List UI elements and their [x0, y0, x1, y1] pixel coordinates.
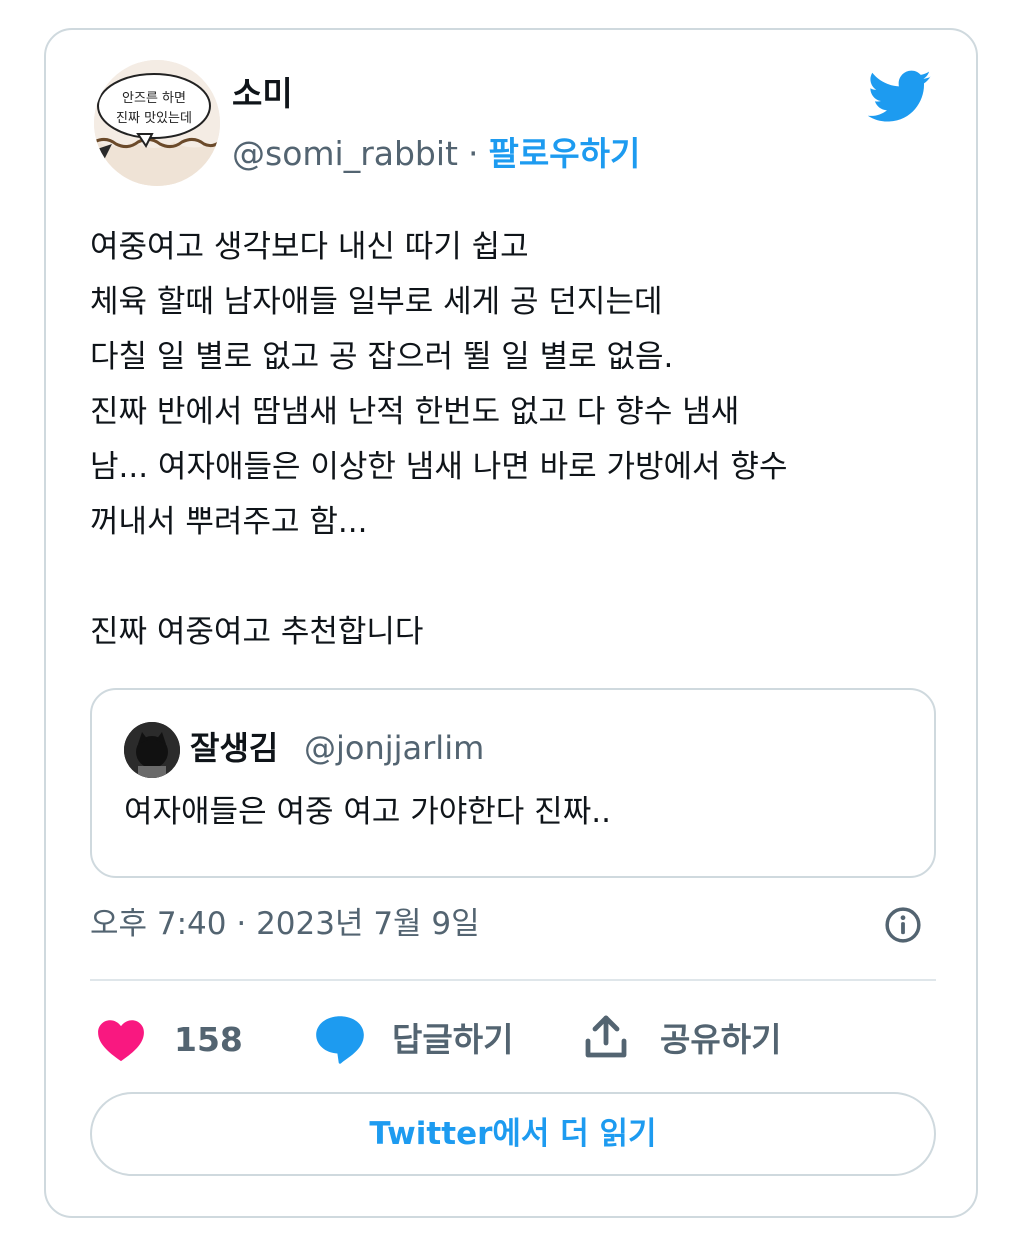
- quoted-author-avatar[interactable]: [124, 722, 180, 778]
- avatar-caption-line1: 안즈른 하면: [122, 91, 186, 106]
- heart-icon[interactable]: [96, 1016, 146, 1062]
- tweet-line: 체육 할때 남자애들 일부로 세게 공 던지는데: [90, 284, 663, 320]
- share-button[interactable]: 공유하기: [660, 1018, 781, 1062]
- tweet-line: 남... 여자애들은 이상한 냄새 나면 바로 가방에서 향수: [90, 449, 788, 485]
- like-count[interactable]: 158: [174, 1018, 243, 1062]
- quoted-text: 여자애들은 여중 여고 가야한다 진짜..: [124, 794, 611, 830]
- quoted-display-name[interactable]: 잘생김: [190, 726, 278, 770]
- author-handle[interactable]: @somi_rabbit: [232, 134, 458, 173]
- embedded-tweet-card: 안즈른 하면 진짜 맛있는데 소미 @somi_rabbit · 팔로우하기 여중여…: [44, 28, 978, 1218]
- tweet-line: 꺼내서 뿌려주고 함...: [90, 504, 368, 540]
- quoted-handle[interactable]: @jonjjarlim: [304, 726, 484, 770]
- share-icon[interactable]: [582, 1012, 630, 1062]
- twitter-bird-icon[interactable]: [868, 70, 932, 124]
- avatar-caption-line2: 진짜 맛있는데: [116, 111, 192, 126]
- cat-avatar-illustration: [124, 722, 180, 778]
- reply-bubble-icon[interactable]: [314, 1014, 366, 1064]
- author-avatar[interactable]: 안즈른 하면 진짜 맛있는데: [94, 60, 220, 186]
- follow-link[interactable]: 팔로우하기: [489, 134, 641, 173]
- author-display-name[interactable]: 소미: [232, 74, 293, 114]
- tweet-timestamp[interactable]: 오후 7:40 · 2023년 7월 9일: [90, 902, 480, 946]
- divider: [90, 979, 936, 981]
- tweet-text: 여중여고 생각보다 내신 따기 쉽고 체육 할때 남자애들 일부로 세게 공 던…: [90, 220, 940, 660]
- tweet-line: 다칠 일 별로 없고 공 잡으러 뛸 일 별로 없음.: [90, 339, 674, 375]
- action-bar: 158 답글하기 공유하기: [46, 1010, 980, 1070]
- quoted-tweet[interactable]: 잘생김 @jonjjarlim 여자애들은 여중 여고 가야한다 진짜..: [90, 688, 936, 878]
- tweet-line: 진짜 여중여고 추천합니다: [90, 614, 424, 650]
- handle-separator: ·: [468, 134, 479, 173]
- reply-button[interactable]: 답글하기: [392, 1018, 513, 1062]
- read-more-button[interactable]: Twitter에서 더 읽기: [90, 1092, 936, 1176]
- tweet-line: 여중여고 생각보다 내신 따기 쉽고: [90, 229, 529, 265]
- info-icon[interactable]: [884, 906, 922, 944]
- avatar-illustration: 안즈른 하면 진짜 맛있는데: [94, 60, 220, 186]
- tweet-line: 진짜 반에서 땀냄새 난적 한번도 없고 다 향수 냄새: [90, 394, 740, 430]
- author-handle-row: @somi_rabbit · 팔로우하기: [232, 134, 640, 174]
